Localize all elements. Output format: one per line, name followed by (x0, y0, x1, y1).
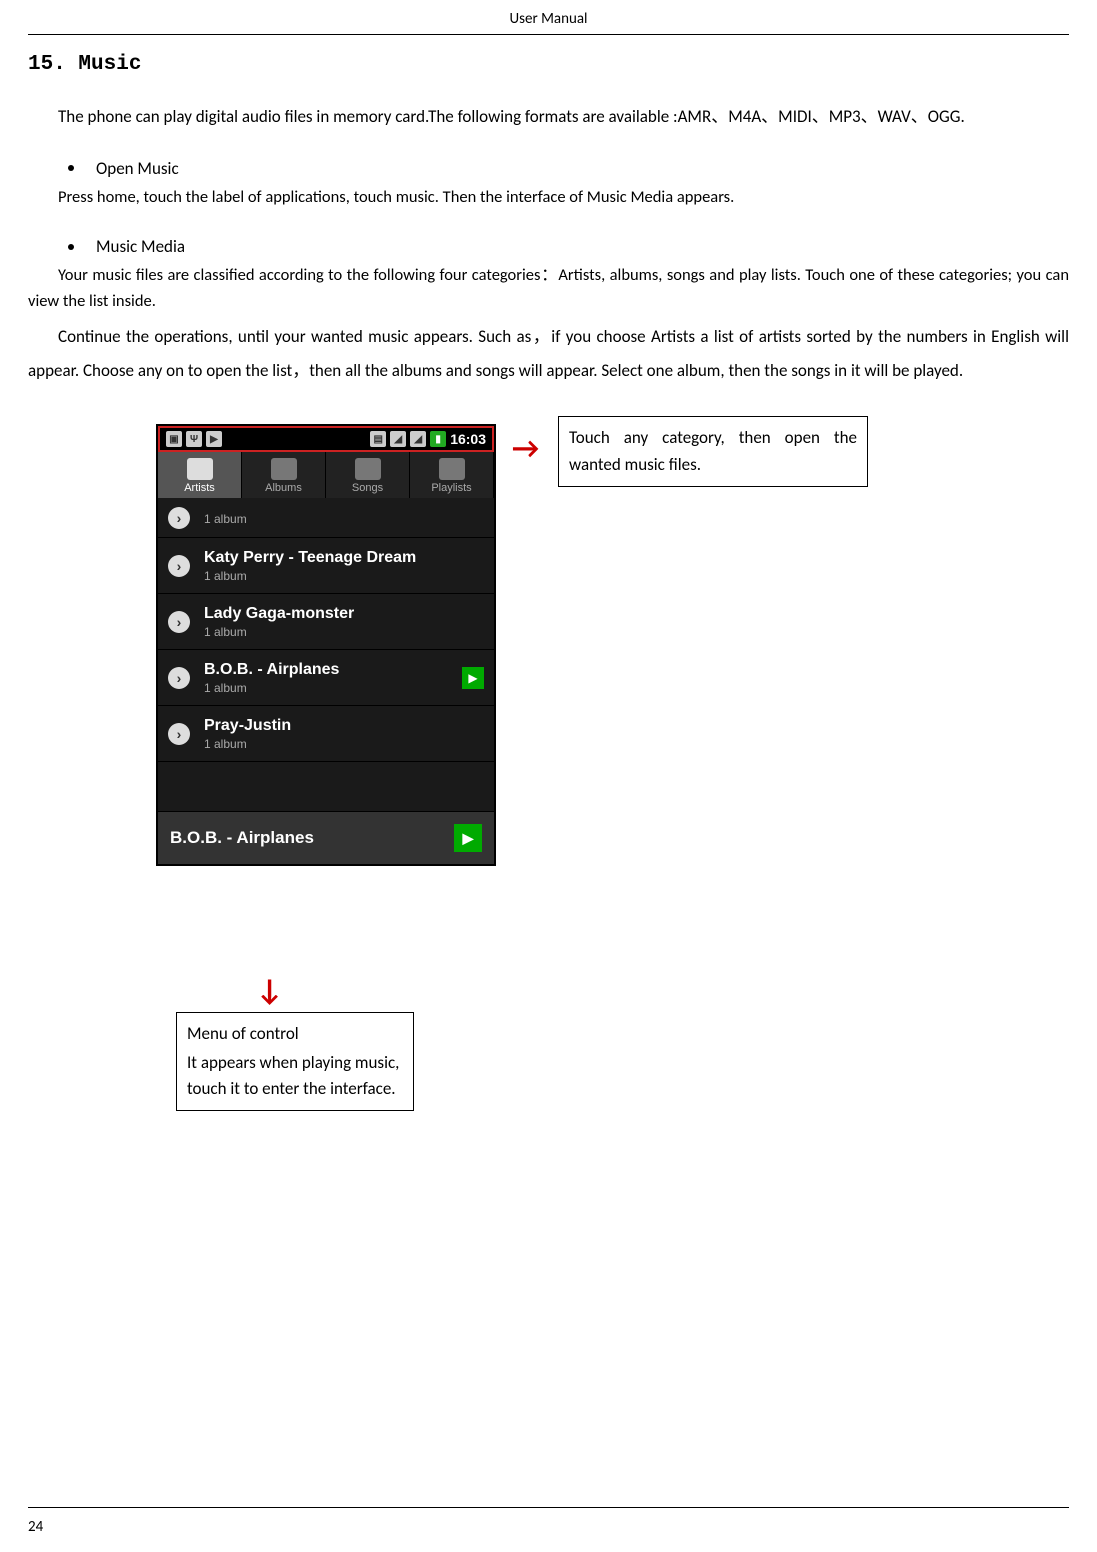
tab-label: Songs (352, 482, 383, 494)
tab-label: Artists (184, 482, 215, 494)
list-item[interactable]: › Pray-Justin 1 album (158, 706, 494, 762)
songs-icon (355, 458, 381, 480)
artist-sub: 1 album (204, 681, 339, 695)
artist-sub: 1 album (204, 625, 354, 639)
chevron-right-icon: › (168, 507, 190, 529)
tab-songs[interactable]: Songs (326, 452, 410, 498)
bullet-title: Music Media (96, 236, 185, 257)
artist-sub: 1 album (204, 569, 416, 583)
intro-paragraph: The phone can play digital audio files i… (28, 104, 1069, 130)
artist-name: B.O.B. - Airplanes (204, 661, 339, 679)
now-playing-bar[interactable]: B.O.B. - Airplanes ▶ (158, 812, 494, 864)
albums-icon (271, 458, 297, 480)
callout-body: It appears when playing music, touch it … (187, 1050, 403, 1103)
list-item[interactable]: › B.O.B. - Airplanes 1 album ▶ (158, 650, 494, 706)
tab-label: Albums (265, 482, 302, 494)
body-list: Open Music Press home, touch the label o… (28, 158, 1069, 389)
artist-name: Pray-Justin (204, 717, 291, 735)
bullet-dot-icon (68, 165, 74, 171)
status-bar: ▣ Ψ ▶ ▤ ◢ ◢ ▮ 16:03 (158, 426, 494, 452)
music-tabs: Artists Albums Songs Playlists (158, 452, 494, 498)
artists-icon (187, 458, 213, 480)
artist-sub: 1 album (204, 737, 291, 751)
battery-icon: ▮ (430, 431, 446, 447)
page-number: 24 (28, 1518, 43, 1536)
bullet-open-music: Open Music Press home, touch the label o… (28, 158, 1069, 211)
chevron-right-icon: › (168, 611, 190, 633)
intro-text: The phone can play digital audio files i… (58, 106, 965, 127)
footer-rule (28, 1507, 1069, 1508)
bullet-para: Your music files are classified accordin… (28, 263, 1069, 314)
section-heading: 15. Music (28, 53, 1069, 76)
artist-name: Lady Gaga-monster (204, 605, 354, 623)
play-icon: ▶ (206, 431, 222, 447)
tab-label: Playlists (431, 482, 471, 494)
signal-icon: ◢ (410, 431, 426, 447)
status-time: 16:03 (450, 431, 486, 447)
artist-sub: 1 album (204, 512, 247, 526)
sim-icon: ▤ (370, 431, 386, 447)
tab-albums[interactable]: Albums (242, 452, 326, 498)
empty-row (158, 762, 494, 812)
bullet-para: Press home, touch the label of applicati… (28, 185, 1069, 211)
tab-playlists[interactable]: Playlists (410, 452, 494, 498)
list-item[interactable]: › Katy Perry - Teenage Dream 1 album (158, 538, 494, 594)
arrow-right-icon: → (512, 430, 539, 467)
play-icon[interactable]: ▶ (454, 824, 482, 852)
doc-header: User Manual (28, 0, 1069, 35)
usb-icon: Ψ (186, 431, 202, 447)
figure-area: ▣ Ψ ▶ ▤ ◢ ◢ ▮ 16:03 Artists Albums (28, 414, 1069, 1194)
list-item[interactable]: › Lady Gaga-monster 1 album (158, 594, 494, 650)
chevron-right-icon: › (168, 723, 190, 745)
playlists-icon (439, 458, 465, 480)
signal-icon: ◢ (390, 431, 406, 447)
play-indicator-icon: ▶ (462, 667, 484, 689)
tab-artists[interactable]: Artists (158, 452, 242, 498)
callout-title: Menu of control (187, 1021, 403, 1047)
status-icon: ▣ (166, 431, 182, 447)
chevron-right-icon: › (168, 667, 190, 689)
bullet-dot-icon (68, 244, 74, 250)
list-item[interactable]: › 1 album (158, 498, 494, 538)
artist-name: Katy Perry - Teenage Dream (204, 549, 416, 567)
bullet-title: Open Music (96, 158, 179, 179)
chevron-right-icon: › (168, 555, 190, 577)
now-playing-title: B.O.B. - Airplanes (170, 828, 314, 848)
callout-tabs: Touch any category, then open the wanted… (558, 416, 868, 487)
phone-screenshot: ▣ Ψ ▶ ▤ ◢ ◢ ▮ 16:03 Artists Albums (156, 424, 496, 866)
bullet-music-media: Music Media Your music files are classif… (28, 236, 1069, 388)
callout-nowplaying: Menu of control It appears when playing … (176, 1012, 414, 1111)
bullet-para: Continue the operations, until your want… (28, 320, 1069, 388)
arrow-down-icon: ↓ (256, 972, 283, 1009)
